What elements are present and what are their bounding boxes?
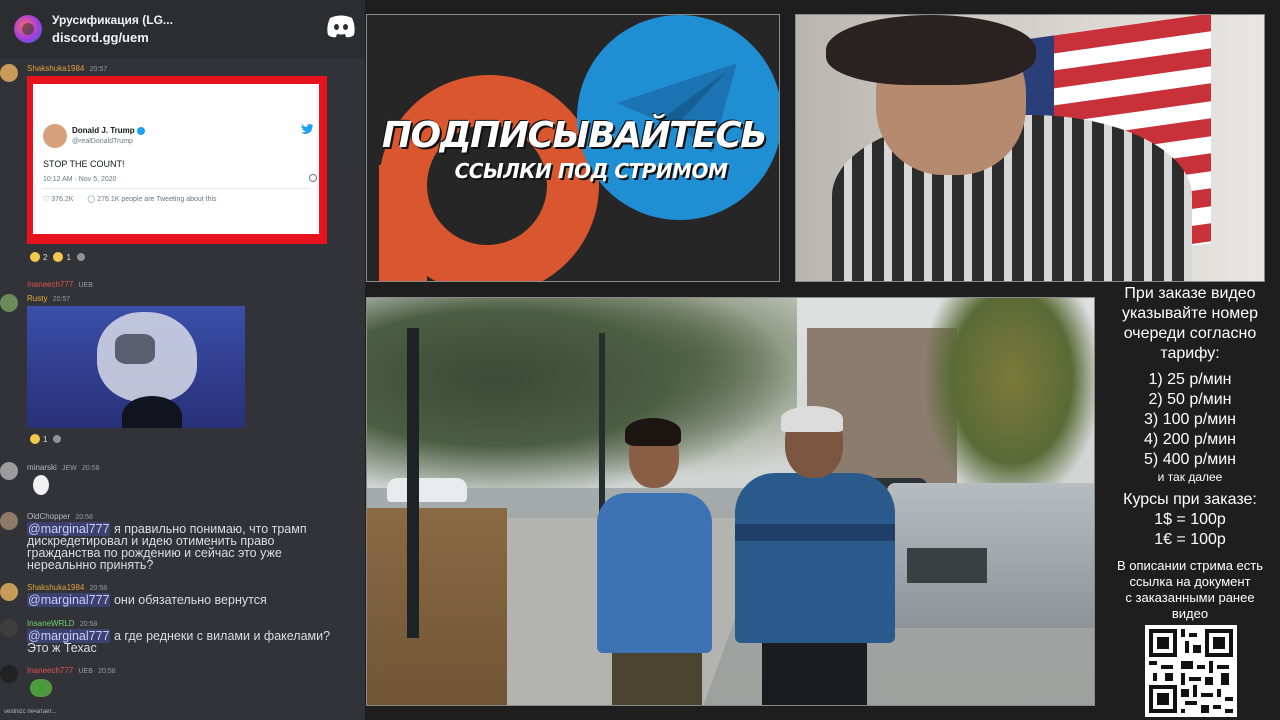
discord-logo-icon[interactable] bbox=[326, 14, 356, 38]
verified-badge-icon bbox=[136, 126, 145, 135]
tweet-date: 10:12 AM · Nov 5, 2020 bbox=[43, 176, 117, 183]
tweet-avatar bbox=[43, 124, 67, 148]
reaction[interactable]: 2 bbox=[30, 252, 47, 262]
user-mention[interactable]: @marginal777 bbox=[27, 593, 111, 607]
banner-subtitle: ССЫЛКИ ПОД СТРИМОМ bbox=[454, 159, 728, 183]
chat-header: Урусификация (LG... discord.gg/uem bbox=[0, 0, 365, 58]
stream-layout: Урусификация (LG... discord.gg/uem Shaks… bbox=[0, 0, 1280, 720]
message-author[interactable]: minarski bbox=[27, 463, 57, 472]
message-author[interactable]: Shakshuka1984 bbox=[27, 583, 84, 592]
price-item: 1) 25 р/мин bbox=[1148, 371, 1232, 388]
add-reaction-icon bbox=[76, 253, 85, 261]
reply-reference[interactable]: Inaneech777 UEB bbox=[27, 280, 93, 289]
discord-chat-overlay: Урусификация (LG... discord.gg/uem Shaks… bbox=[0, 0, 365, 720]
exchange-rates: Курсы при заказе: 1$ = 100р 1€ = 100р bbox=[1100, 490, 1280, 550]
subscribe-banner: ПОДПИСЫВАЙТЕСЬ ССЫЛКИ ПОД СТРИМОМ bbox=[366, 14, 780, 282]
avatar[interactable] bbox=[0, 665, 18, 683]
sticker-emoji-icon bbox=[32, 474, 50, 496]
tweet-likes[interactable]: ♡ 376.2K bbox=[43, 195, 73, 203]
rate-item: 1€ = 100р bbox=[1154, 531, 1226, 548]
person-man-in-cap bbox=[735, 473, 895, 643]
person-young-man bbox=[597, 493, 712, 653]
add-reaction-button[interactable] bbox=[53, 435, 62, 443]
avatar[interactable] bbox=[0, 512, 18, 530]
reaction[interactable]: 1 bbox=[53, 252, 71, 262]
message-time: 20:58 bbox=[89, 585, 108, 592]
main-video-player[interactable] bbox=[366, 297, 1095, 706]
info-icon[interactable] bbox=[309, 174, 317, 182]
trees-left bbox=[367, 298, 797, 498]
rates-title: Курсы при заказе: bbox=[1123, 491, 1257, 508]
webcam-feed bbox=[795, 14, 1265, 282]
price-more: и так далее bbox=[1157, 470, 1223, 484]
role-tag: UEB bbox=[78, 668, 93, 675]
truck-grill bbox=[907, 548, 987, 583]
message-author[interactable]: InsaneWRLD bbox=[27, 619, 75, 628]
reaction[interactable]: 1 bbox=[30, 434, 47, 444]
twitter-bird-icon bbox=[301, 124, 313, 134]
price-item: 2) 50 р/мин bbox=[1148, 391, 1232, 408]
streamer-hair bbox=[826, 15, 1036, 85]
reaction-bar: 2 1 bbox=[30, 252, 85, 262]
smile-emoji-icon bbox=[53, 252, 64, 262]
message-text-line: они обязательно вернутся bbox=[113, 593, 267, 607]
price-item: 3) 100 р/мин bbox=[1144, 411, 1236, 428]
banner-title: ПОДПИСЫВАЙТЕСЬ bbox=[381, 115, 768, 156]
price-item: 4) 200 р/мин bbox=[1144, 431, 1236, 448]
comment-icon: ◯ bbox=[87, 196, 98, 203]
message-author[interactable]: Rusty bbox=[27, 294, 47, 303]
message-author[interactable]: Shakshuka1984 bbox=[27, 64, 84, 73]
order-instructions: При заказе видео указывайте номер очеред… bbox=[1121, 285, 1259, 362]
gif-attachment[interactable] bbox=[27, 306, 245, 428]
role-tag: JEW bbox=[62, 465, 77, 472]
avatar[interactable] bbox=[0, 64, 18, 82]
typing-indicator: vestnizc печатает... bbox=[4, 709, 57, 715]
message-time: 20:57 bbox=[52, 296, 71, 303]
tweet-card[interactable]: Donald J. Trump @realDonaldTrump STOP TH… bbox=[33, 84, 319, 234]
message-text-line: Это ж Техас bbox=[27, 641, 97, 655]
tweet-replies[interactable]: ◯ 276.1K people are Tweeting about this bbox=[87, 195, 216, 203]
street-pole bbox=[407, 328, 419, 638]
add-reaction-button[interactable] bbox=[76, 253, 85, 261]
server-icon[interactable] bbox=[14, 15, 42, 43]
tweet-divider bbox=[43, 188, 309, 189]
grass-strip bbox=[367, 508, 507, 705]
tweet-handle: @realDonaldTrump bbox=[72, 138, 133, 145]
avatar[interactable] bbox=[0, 294, 18, 312]
trees-right bbox=[927, 298, 1094, 498]
message-author[interactable]: Inaneech777 bbox=[27, 666, 73, 675]
avatar[interactable] bbox=[0, 462, 18, 480]
message-time: 20:58 bbox=[79, 621, 98, 628]
rate-item: 1$ = 100р bbox=[1154, 511, 1226, 528]
price-item: 5) 400 р/мин bbox=[1144, 451, 1236, 468]
message-text-line: а где реднеки с вилами и факелами? bbox=[113, 629, 331, 643]
price-list: 1) 25 р/мин 2) 50 р/мин 3) 100 р/мин 4) … bbox=[1100, 370, 1280, 484]
server-invite-link[interactable]: discord.gg/uem bbox=[52, 29, 173, 47]
message-time: 20:58 bbox=[98, 668, 116, 675]
pepe-sticker-icon bbox=[30, 679, 52, 697]
avatar[interactable] bbox=[0, 583, 18, 601]
avatar[interactable] bbox=[0, 619, 18, 637]
server-title: Урусификация (LG... bbox=[52, 13, 173, 27]
message-time: 20:58 bbox=[82, 465, 100, 472]
tweet-embed-frame: Donald J. Trump @realDonaldTrump STOP TH… bbox=[27, 76, 327, 244]
message-time: 20:57 bbox=[89, 66, 108, 73]
tweet-text: STOP THE COUNT! bbox=[43, 159, 125, 169]
message-text-line: нереальнно принять? bbox=[27, 558, 154, 572]
parked-car bbox=[387, 478, 467, 502]
message-time: 20:58 bbox=[75, 514, 93, 521]
reaction-bar: 1 bbox=[30, 434, 62, 444]
description-note: В описании стрима есть ссылка на докумен… bbox=[1116, 558, 1264, 621]
laugh-emoji-icon bbox=[30, 434, 40, 444]
add-reaction-icon bbox=[53, 435, 62, 443]
message-author[interactable]: OldChopper bbox=[27, 512, 70, 521]
tweet-author-name: Donald J. Trump bbox=[72, 126, 135, 135]
laugh-emoji-icon bbox=[30, 252, 40, 262]
heart-icon: ♡ bbox=[43, 196, 52, 203]
qr-code-icon[interactable] bbox=[1145, 625, 1237, 717]
